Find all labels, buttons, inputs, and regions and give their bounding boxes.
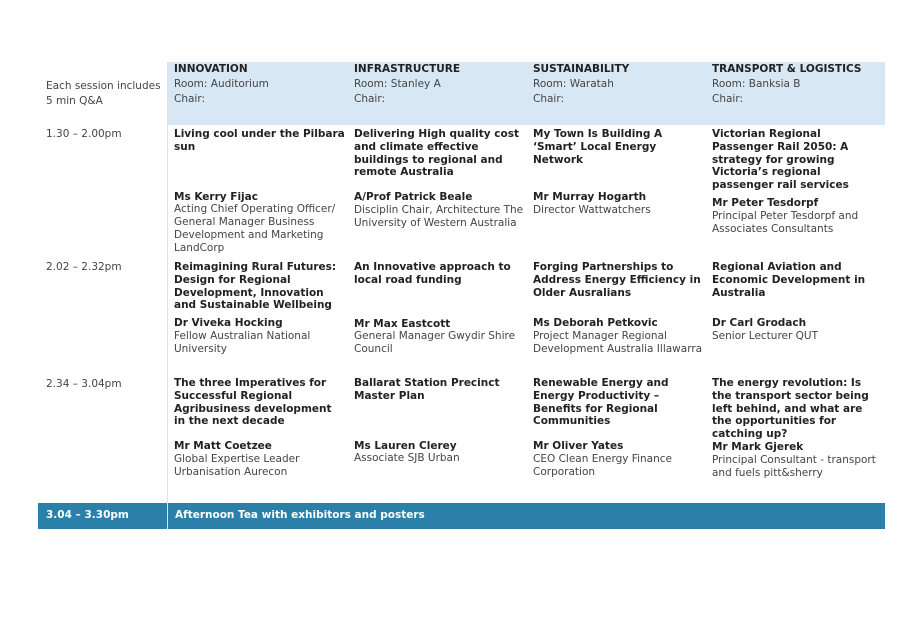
stream-chair: Chair: [174,93,206,105]
stream-header-innovation: INNOVATION Room: Auditorium Chair: [174,62,350,107]
speaker-details: Disciplin Chair, Architecture The Univer… [354,203,524,229]
speaker-details: General Manager Gwydir Shire Council [354,330,516,356]
stream-header-infrastructure: INFRASTRUCTURE Room: Stanley A Chair: [354,62,529,107]
session-time: 2.02 – 2.32pm [46,261,122,273]
talk-cell: My Town Is Building A ‘Smart’ Local Ener… [533,128,707,217]
stream-name: TRANSPORT & LOGISTICS [712,63,862,75]
speaker-name: Mr Murray Hogarth [533,191,647,204]
speaker-name: Dr Carl Grodach [712,317,807,330]
talk-title: My Town Is Building A ‘Smart’ Local Ener… [533,128,663,166]
afternoon-tea-bar: 3.04 – 3.30pm Afternoon Tea with exhibit… [38,503,885,529]
talk-title: Renewable Energy and Energy Productivity… [533,377,669,428]
stream-header-sustainability: SUSTAINABILITY Room: Waratah Chair: [533,62,708,107]
speaker-details: Senior Lecturer QUT [712,330,819,343]
speaker-name: Ms Kerry Fijac [174,190,258,203]
talk-title: An Innovative approach to local road fun… [354,261,511,286]
speaker-name: Mr Max Eastcott [354,317,451,330]
talk-title: The three Imperatives for Successful Reg… [174,377,332,428]
speaker-name: Dr Viveka Hocking [174,317,283,330]
speaker-details: Principal Consultant - transport and fue… [712,453,876,479]
talk-cell: Living cool under the Pilbara sun Ms Ker… [174,128,352,255]
talk-cell: Delivering High quality cost and climate… [354,128,526,230]
talk-title: Regional Aviation and Economic Developme… [712,261,866,299]
stream-chair: Chair: [712,93,744,105]
talk-title: Reimagining Rural Futures: Design for Re… [174,261,337,312]
tea-bar-separator [167,503,168,529]
stream-room: Room: Waratah [533,78,614,90]
talk-title: The energy revolution: Is the transport … [712,377,869,441]
speaker-details: Director Wattwatchers [533,204,651,217]
break-label: Afternoon Tea with exhibitors and poster… [175,509,425,521]
speaker-name: Mr Peter Tesdorpf [712,196,819,209]
talk-cell: An Innovative approach to local road fun… [354,261,526,356]
stream-name: SUSTAINABILITY [533,63,630,75]
column-divider [167,62,168,529]
talk-cell: Renewable Energy and Energy Productivity… [533,377,705,479]
stream-name: INNOVATION [174,63,248,75]
talk-title: Delivering High quality cost and climate… [354,128,519,179]
stream-room: Room: Auditorium [174,78,269,90]
talk-cell: The energy revolution: Is the transport … [712,377,880,479]
stream-chair: Chair: [533,93,565,105]
talk-cell: Ballarat Station Precinct Master Plan Ms… [354,377,526,465]
talk-cell: Forging Partnerships to Address Energy E… [533,261,705,356]
session-time: 2.34 – 3.04pm [46,378,122,390]
speaker-name: Ms Deborah Petkovic [533,317,658,330]
talk-title: Living cool under the Pilbara sun [174,128,345,153]
stream-header-transport: TRANSPORT & LOGISTICS Room: Banksia B Ch… [712,62,884,107]
speaker-details: Acting Chief Operating Officer/ General … [174,203,336,254]
stream-room: Room: Banksia B [712,78,801,90]
stream-name: INFRASTRUCTURE [354,63,461,75]
talk-cell: The three Imperatives for Successful Reg… [174,377,346,479]
speaker-details: CEO Clean Energy Finance Corporation [533,452,672,478]
stream-room: Room: Stanley A [354,78,441,90]
speaker-details: Fellow Australian National University [174,329,311,355]
stream-chair: Chair: [354,93,386,105]
talk-title: Victorian Regional Passenger Rail 2050: … [712,128,849,192]
talk-cell: Regional Aviation and Economic Developme… [712,261,880,343]
speaker-name: Mr Matt Coetzee [174,440,272,453]
session-time: 1.30 – 2.00pm [46,128,122,140]
talk-cell: Victorian Regional Passenger Rail 2050: … [712,128,880,235]
talk-title: Forging Partnerships to Address Energy E… [533,261,701,299]
speaker-details: Principal Peter Tesdorpf and Associates … [712,209,859,235]
speaker-details: Global Expertise Leader Urbanisation Aur… [174,452,300,478]
speaker-details: Associate SJB Urban [354,452,460,465]
talk-cell: Reimagining Rural Futures: Design for Re… [174,261,346,356]
talk-title: Ballarat Station Precinct Master Plan [354,377,500,402]
speaker-name: Mr Oliver Yates [533,440,624,453]
program-page: Each session includes 5 min Q&A INNOVATI… [0,0,910,643]
speaker-details: Project Manager Regional Development Aus… [533,330,703,355]
speaker-name: Ms Lauren Clerey [354,439,457,452]
session-note: Each session includes 5 min Q&A [46,80,161,107]
speaker-name: Mr Mark Gjerek [712,440,804,453]
break-time: 3.04 – 3.30pm [46,509,129,521]
speaker-name: A/Prof Patrick Beale [354,191,473,204]
